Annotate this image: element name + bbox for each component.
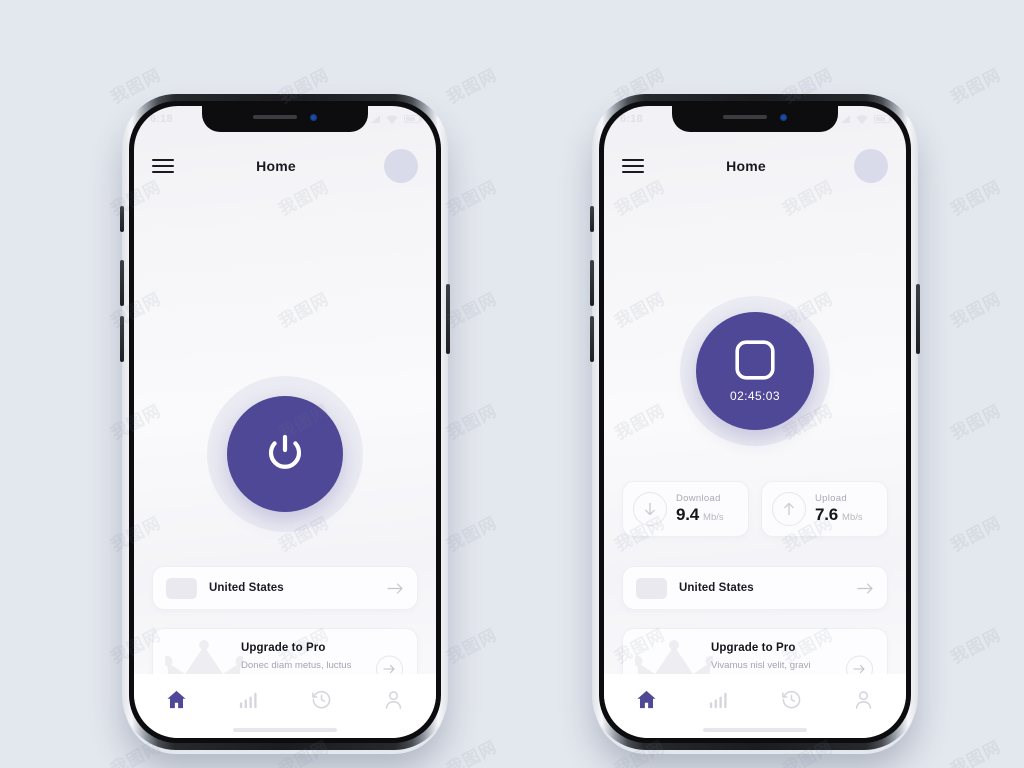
- watermark-text: 我图网: [947, 289, 1005, 333]
- status-icons: [371, 114, 422, 125]
- watermark-text: 我图网: [947, 625, 1005, 669]
- front-camera-icon: [310, 113, 317, 121]
- action-halo: 02:45:03: [680, 296, 830, 446]
- avatar[interactable]: [384, 149, 418, 183]
- silent-switch-button[interactable]: [590, 206, 594, 232]
- power-icon: [258, 427, 312, 481]
- page-title: Home: [256, 158, 296, 174]
- notch: [202, 106, 368, 132]
- watermark-text: 我图网: [947, 65, 1005, 109]
- nav-item-home[interactable]: [140, 688, 213, 711]
- upload-stat-card[interactable]: Upload 7.6 Mb/s: [761, 481, 888, 537]
- app-header: Home: [604, 142, 906, 190]
- arrow-right-icon: [857, 582, 874, 595]
- country-flag-icon: [166, 577, 197, 599]
- upload-label: Upload: [815, 493, 847, 504]
- country-name: United States: [209, 582, 284, 594]
- bottom-navigation: [134, 674, 436, 738]
- app-header: Home: [134, 142, 436, 190]
- signal-icon: [371, 115, 380, 123]
- nav-item-history[interactable]: [755, 688, 828, 711]
- watermark-text: 我图网: [947, 513, 1005, 557]
- notch: [672, 106, 838, 132]
- phone-mockup-right: 6:18 Home 02:45:03 Download 9.4 Mb/s Upl…: [580, 88, 930, 768]
- home-indicator: [703, 728, 807, 732]
- nav-item-stats[interactable]: [213, 688, 286, 711]
- bottom-navigation: [604, 674, 906, 738]
- arrow-down-icon: [633, 492, 667, 526]
- session-timer: 02:45:03: [730, 389, 780, 403]
- phone-mockup-left: 6:18 Home United States Upgrade to Pro D…: [110, 88, 460, 768]
- earpiece-speaker-icon: [723, 115, 767, 119]
- battery-icon: [874, 115, 892, 123]
- page-title: Home: [726, 158, 766, 174]
- download-unit: Mb/s: [703, 512, 724, 523]
- status-time: 6:18: [150, 113, 173, 125]
- volume-down-button[interactable]: [590, 316, 594, 362]
- pro-card-title: Upgrade to Pro: [711, 642, 796, 654]
- battery-icon: [404, 115, 422, 123]
- wifi-icon: [385, 114, 399, 125]
- upload-value: 7.6: [815, 505, 839, 524]
- status-time: 6:18: [620, 113, 643, 125]
- download-stat-card[interactable]: Download 9.4 Mb/s: [622, 481, 749, 537]
- home-indicator: [233, 728, 337, 732]
- download-value-row: 9.4 Mb/s: [676, 505, 724, 525]
- avatar[interactable]: [854, 149, 888, 183]
- power-side-button[interactable]: [916, 284, 920, 354]
- download-stat-body: Download 9.4 Mb/s: [676, 493, 724, 525]
- pro-card-title: Upgrade to Pro: [241, 642, 326, 654]
- nav-item-profile[interactable]: [358, 688, 431, 711]
- nav-item-home[interactable]: [610, 688, 683, 711]
- country-flag-icon: [636, 577, 667, 599]
- upload-value-row: 7.6 Mb/s: [815, 505, 863, 525]
- country-selector-row[interactable]: United States: [622, 566, 888, 610]
- nav-item-history[interactable]: [285, 688, 358, 711]
- power-connect-button[interactable]: [227, 396, 343, 512]
- volume-up-button[interactable]: [590, 260, 594, 306]
- connect-action-area: [207, 376, 363, 532]
- wifi-icon: [855, 114, 869, 125]
- phone-screen-left: 6:18 Home United States Upgrade to Pro D…: [134, 106, 436, 738]
- watermark-text: 我图网: [947, 177, 1005, 221]
- signal-icon: [841, 115, 850, 123]
- watermark-text: 我图网: [947, 401, 1005, 445]
- download-label: Download: [676, 493, 721, 504]
- upload-unit: Mb/s: [842, 512, 863, 523]
- action-halo: [207, 376, 363, 532]
- phone-screen-right: 6:18 Home 02:45:03 Download 9.4 Mb/s Upl…: [604, 106, 906, 738]
- arrow-right-icon: [387, 582, 404, 595]
- nav-item-profile[interactable]: [828, 688, 901, 711]
- speed-stats-group: Download 9.4 Mb/s Upload 7.6 Mb/s: [622, 481, 888, 537]
- stop-disconnect-button[interactable]: 02:45:03: [696, 312, 814, 430]
- volume-down-button[interactable]: [120, 316, 124, 362]
- volume-up-button[interactable]: [120, 260, 124, 306]
- nav-item-stats[interactable]: [683, 688, 756, 711]
- arrow-up-icon: [772, 492, 806, 526]
- earpiece-speaker-icon: [253, 115, 297, 119]
- status-icons: [841, 114, 892, 125]
- upload-stat-body: Upload 7.6 Mb/s: [815, 493, 863, 525]
- connect-action-area: 02:45:03: [680, 296, 830, 446]
- stop-icon: [734, 339, 776, 381]
- silent-switch-button[interactable]: [120, 206, 124, 232]
- front-camera-icon: [780, 113, 787, 121]
- watermark-text: 我图网: [947, 737, 1005, 768]
- download-value: 9.4: [676, 505, 700, 524]
- country-name: United States: [679, 582, 754, 594]
- power-side-button[interactable]: [446, 284, 450, 354]
- country-selector-row[interactable]: United States: [152, 566, 418, 610]
